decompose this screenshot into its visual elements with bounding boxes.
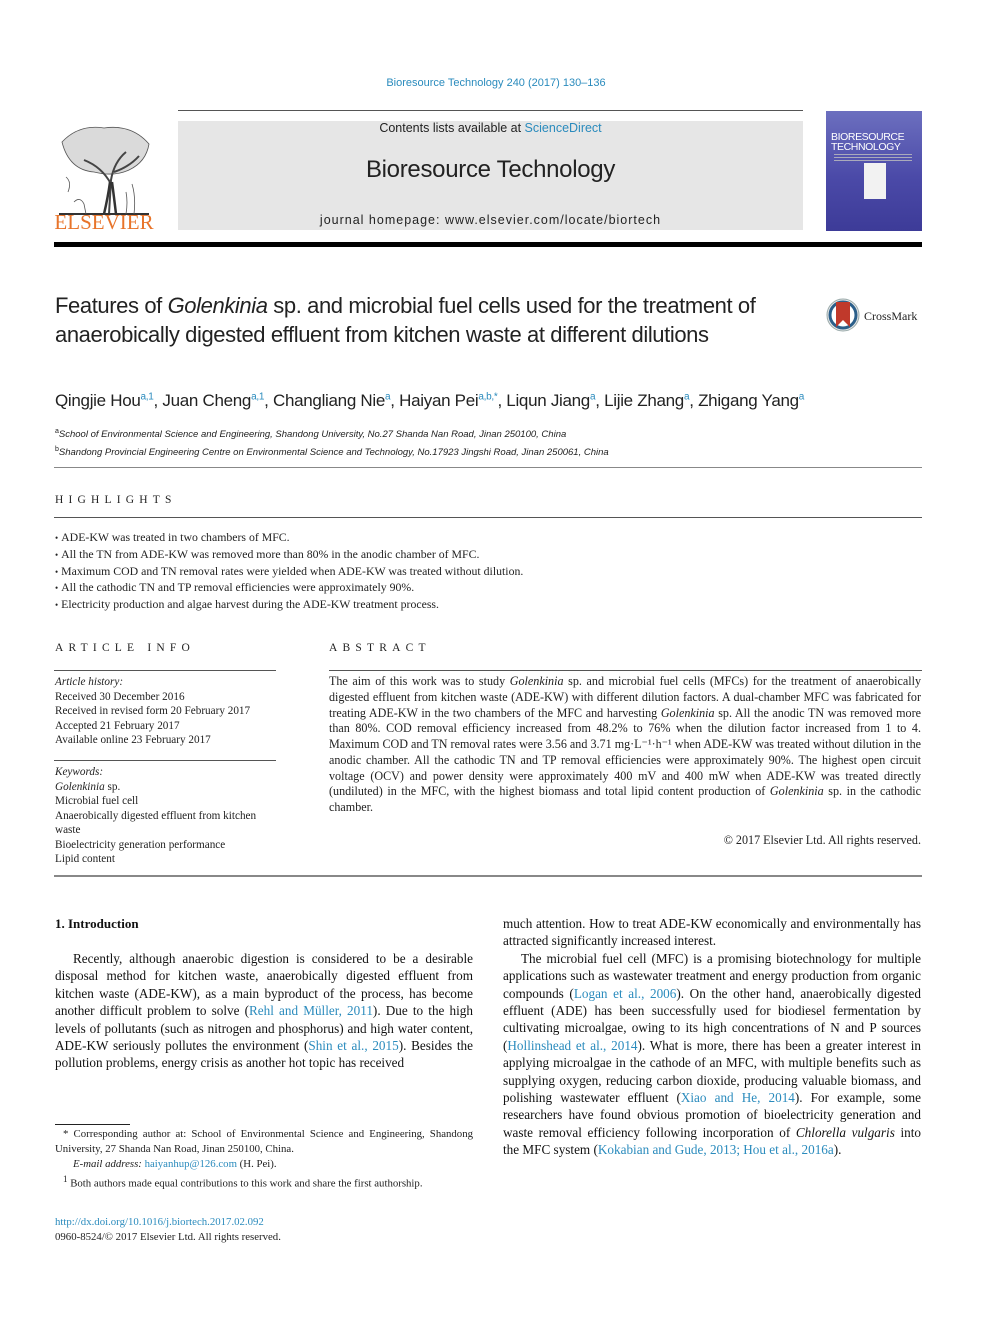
author-list: Qingjie Houa,1, Juan Chenga,1, Changlian…	[55, 391, 805, 410]
article-title: Features of Golenkinia sp. and microbial…	[55, 292, 815, 349]
journal-homepage-link[interactable]: journal homepage: www.elsevier.com/locat…	[178, 213, 803, 227]
abstract-text: The aim of this work was to study Golenk…	[329, 674, 921, 814]
highlight-item: ADE-KW was treated in two chambers of MF…	[55, 530, 935, 547]
contents-prefix: Contents lists available at	[379, 121, 525, 135]
keyword: Anaerobically digested effluent from kit…	[55, 809, 257, 837]
author[interactable]: Liqun Jianga	[506, 391, 595, 410]
section-rule	[54, 467, 922, 468]
highlights-heading: HIGHLIGHTS	[55, 494, 177, 506]
journal-title: Bioresource Technology	[365, 156, 616, 183]
author[interactable]: Qingjie Houa,1	[55, 391, 154, 410]
header-thick-rule	[54, 242, 922, 247]
author[interactable]: Lijie Zhanga	[604, 391, 689, 410]
keywords-label: Keywords:	[55, 766, 104, 778]
body-column-right: much attention. How to treat ADE-KW econ…	[503, 915, 921, 1159]
keywords-rule	[54, 760, 276, 761]
issn-copyright: 0960-8524/© 2017 Elsevier Ltd. All right…	[55, 1231, 281, 1243]
header-rule	[178, 110, 803, 111]
abstract-rule	[329, 670, 922, 671]
citation-link[interactable]: Rehl and Müller, 2011	[249, 1003, 373, 1018]
highlight-item: Maximum COD and TN removal rates were yi…	[55, 564, 935, 581]
abstract-heading: ABSTRACT	[329, 642, 431, 654]
equal-contribution-note: 1 Both authors made equal contributions …	[63, 1174, 423, 1190]
affiliation: bShandong Provincial Engineering Centre …	[55, 445, 609, 458]
author[interactable]: Changliang Niea	[273, 391, 391, 410]
history-item: Received in revised form 20 February 201…	[55, 705, 251, 717]
article-history: Article history: Received 30 December 20…	[55, 675, 280, 748]
article-info-rule	[54, 670, 276, 671]
front-matter-rule	[54, 875, 922, 877]
doi-link[interactable]: http://dx.doi.org/10.1016/j.biortech.201…	[55, 1216, 264, 1228]
citation-link[interactable]: Kokabian and Gude, 2013; Hou et al., 201…	[598, 1142, 834, 1157]
cover-title: BIORESOURCE TECHNOLOGY	[831, 132, 905, 153]
author[interactable]: Zhigang Yanga	[698, 391, 804, 410]
history-item: Received 30 December 2016	[55, 690, 185, 703]
title-part: Features of	[55, 293, 168, 318]
keyword: Golenkinia sp.	[55, 780, 121, 793]
highlights-list: ADE-KW was treated in two chambers of MF…	[55, 530, 935, 614]
journal-cover-image[interactable]: BIORESOURCE TECHNOLOGY	[826, 111, 922, 231]
cover-title-line2: TECHNOLOGY	[831, 141, 901, 153]
highlights-rule	[54, 517, 922, 518]
author[interactable]: Haiyan Peia,b,*	[399, 391, 498, 410]
keyword: Microbial fuel cell	[55, 795, 139, 807]
crossmark-label[interactable]: CrossMark	[864, 309, 917, 324]
title-species: Golenkinia	[167, 293, 268, 318]
email-link[interactable]: haiyanhup@126.com	[145, 1158, 237, 1170]
cover-text-lines	[834, 154, 912, 155]
history-item: Available online 23 February 2017	[55, 734, 211, 746]
history-item: Accepted 21 February 2017	[55, 719, 180, 732]
citation-link[interactable]: Logan et al., 2006	[574, 986, 677, 1001]
affiliation: aSchool of Environmental Science and Eng…	[55, 428, 567, 441]
keywords: Keywords: Golenkinia sp. Microbial fuel …	[55, 765, 280, 867]
highlight-item: All the cathodic TN and TP removal effic…	[55, 580, 935, 597]
footnotes: * Corresponding author at: School of Env…	[55, 1127, 473, 1192]
article-info-heading: ARTICLE INFO	[55, 642, 195, 654]
paragraph: Recently, although anaerobic digestion i…	[55, 951, 473, 1071]
highlight-item: Electricity production and algae harvest…	[55, 597, 935, 614]
sciencedirect-link[interactable]: ScienceDirect	[525, 121, 602, 135]
corresponding-author-note: * Corresponding author at: School of Env…	[55, 1128, 473, 1155]
citation-link[interactable]: Xiao and He, 2014	[681, 1090, 795, 1105]
running-head-citation[interactable]: Bioresource Technology 240 (2017) 130–13…	[0, 77, 992, 89]
citation-link[interactable]: Shin et al., 2015	[308, 1038, 398, 1053]
contents-availability: Contents lists available at ScienceDirec…	[178, 121, 803, 135]
body-column-left: Recently, although anaerobic digestion i…	[55, 950, 473, 1072]
keyword: Lipid content	[55, 853, 115, 865]
publisher-name: ELSEVIER	[54, 210, 154, 234]
keyword: Bioelectricity generation performance	[55, 838, 226, 851]
cover-figure	[864, 163, 886, 199]
citation-link[interactable]: Hollinshead et al., 2014	[507, 1038, 637, 1053]
section-heading-introduction: 1. Introduction	[55, 916, 139, 931]
paragraph: The microbial fuel cell (MFC) is a promi…	[503, 950, 921, 1158]
paragraph: much attention. How to treat ADE-KW econ…	[503, 916, 921, 949]
abstract-copyright: © 2017 Elsevier Ltd. All rights reserved…	[723, 833, 921, 847]
history-label: Article history:	[55, 676, 124, 688]
footnote-rule	[55, 1124, 130, 1125]
author[interactable]: Juan Chenga,1	[162, 391, 264, 410]
email-note: E-mail address: haiyanhup@126.com (H. Pe…	[73, 1158, 277, 1170]
affiliations: aSchool of Environmental Science and Eng…	[55, 425, 935, 460]
highlight-item: All the TN from ADE-KW was removed more …	[55, 547, 935, 564]
